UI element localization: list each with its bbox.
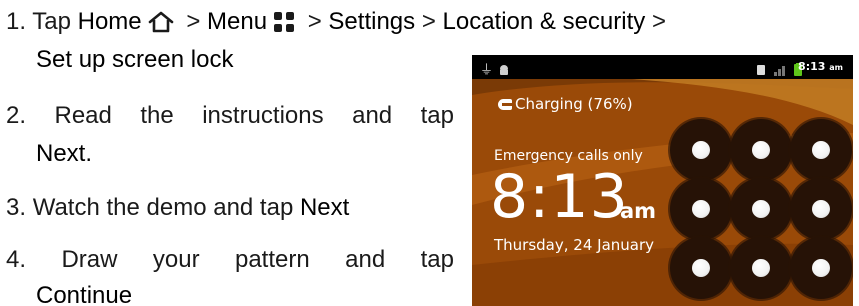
step-1-sep-3: > bbox=[421, 8, 436, 35]
step-3-number: 3. bbox=[6, 194, 27, 221]
step-4-word: tap bbox=[420, 246, 454, 273]
settings-label: Settings bbox=[328, 8, 416, 35]
pattern-dot[interactable] bbox=[730, 178, 792, 240]
clock-time: 8:13 bbox=[490, 162, 629, 232]
android-debug-icon bbox=[498, 61, 510, 80]
step-2: 2. Read the instructions and tap bbox=[6, 100, 454, 132]
step-2-word: Read bbox=[54, 102, 112, 129]
pattern-dot[interactable] bbox=[670, 178, 732, 240]
home-label: Home bbox=[77, 8, 142, 35]
step-4-word: pattern bbox=[234, 246, 310, 273]
continue-label: Continue bbox=[36, 282, 133, 306]
status-ampm: am bbox=[829, 63, 843, 72]
pattern-dot[interactable] bbox=[790, 178, 852, 240]
signal-icon bbox=[774, 61, 788, 80]
location-security-label: Location & security bbox=[442, 8, 646, 35]
pattern-dot[interactable] bbox=[670, 119, 732, 181]
clock-date: Thursday, 24 January bbox=[494, 236, 655, 254]
step-4-word: Draw bbox=[61, 246, 118, 273]
step-2-number: 2. bbox=[6, 102, 27, 129]
phone-lock-screen: ⏚ 8:13 am Charging (76%) Emergency calls… bbox=[472, 55, 853, 306]
sim-icon bbox=[756, 61, 766, 80]
step-1-prefix: Tap bbox=[32, 8, 71, 35]
menu-label: Menu bbox=[207, 8, 268, 35]
step-2-period: . bbox=[85, 140, 93, 167]
pattern-dot[interactable] bbox=[730, 237, 792, 299]
step-1-sep-4: > bbox=[651, 8, 666, 35]
status-bar: ⏚ 8:13 am bbox=[472, 55, 853, 79]
menu-grid-icon bbox=[273, 10, 295, 42]
pattern-dot[interactable] bbox=[790, 119, 852, 181]
step-3: 3. Watch the demo and tap Next bbox=[6, 192, 349, 224]
step-1: 1. Tap Home > Menu > Settings > Location… bbox=[6, 6, 666, 42]
charging-label: Charging (76%) bbox=[515, 95, 633, 113]
step-2-word: and bbox=[352, 102, 393, 129]
next-label: Next bbox=[299, 194, 350, 221]
step-4-word: your bbox=[152, 246, 200, 273]
usb-icon: ⏚ bbox=[480, 63, 494, 78]
step-2-word: instructions bbox=[202, 102, 324, 129]
status-time: 8:13 am bbox=[798, 60, 843, 73]
step-2-word: tap bbox=[420, 102, 454, 129]
step-1-number: 1. bbox=[6, 8, 27, 35]
step-4-number: 4. bbox=[6, 246, 27, 273]
status-time-value: 8:13 bbox=[798, 60, 826, 73]
charging-status: Charging (76%) bbox=[498, 95, 633, 113]
charging-icon bbox=[498, 99, 512, 110]
pattern-dot[interactable] bbox=[730, 119, 792, 181]
step-4: 4. Draw your pattern and tap bbox=[6, 244, 454, 276]
step-3-text: Watch the demo and tap bbox=[32, 194, 294, 221]
step-1-sep-2: > bbox=[307, 8, 322, 35]
step-1-sep-1: > bbox=[186, 8, 201, 35]
pattern-dot[interactable] bbox=[670, 237, 732, 299]
step-2-cont: Next. bbox=[36, 138, 92, 170]
pattern-dot[interactable] bbox=[790, 237, 852, 299]
set-up-screen-lock-label: Set up screen lock bbox=[36, 46, 234, 73]
step-4-word: and bbox=[345, 246, 386, 273]
next-label: Next bbox=[36, 140, 86, 167]
clock-ampm: am bbox=[620, 199, 657, 223]
step-2-word: the bbox=[140, 102, 174, 129]
home-icon bbox=[148, 10, 174, 42]
